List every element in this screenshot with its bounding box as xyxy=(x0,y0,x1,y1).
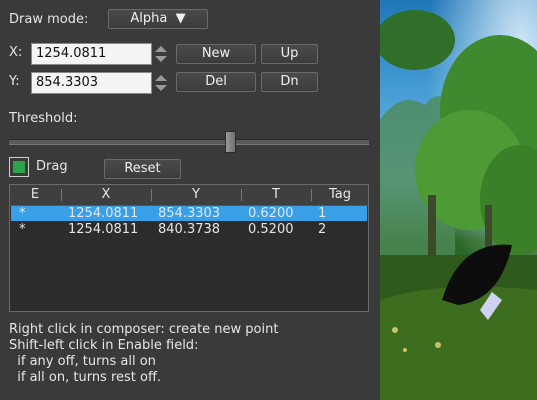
column-header-t[interactable]: T xyxy=(242,185,310,205)
draw-mode-label: Draw mode: xyxy=(9,12,89,27)
help-line: Shift-left click in Enable field: xyxy=(9,338,199,353)
new-button[interactable]: New xyxy=(176,44,256,64)
composer-viewer[interactable] xyxy=(380,0,537,400)
column-header-y[interactable]: Y xyxy=(152,185,240,205)
threshold-slider-track[interactable] xyxy=(9,139,369,145)
point-editor-panel: Draw mode: Alpha ▼ X: 1254.0811 New Up Y… xyxy=(0,0,380,400)
column-header-e[interactable]: E xyxy=(10,185,60,205)
y-label: Y: xyxy=(9,74,20,89)
help-line: if all on, turns rest off. xyxy=(9,370,162,385)
table-row[interactable]: * 1254.0811 840.3738 0.5200 2 xyxy=(11,222,367,237)
del-button[interactable]: Del xyxy=(176,72,256,92)
y-spinner-icon[interactable] xyxy=(154,72,168,94)
column-header-x[interactable]: X xyxy=(62,185,150,205)
drag-checkbox[interactable] xyxy=(9,157,29,177)
help-text: Right click in composer: create new poin… xyxy=(9,322,278,386)
draw-mode-dropdown[interactable]: Alpha ▼ xyxy=(108,9,208,29)
row-enable-cell[interactable]: * xyxy=(19,222,26,237)
dn-button[interactable]: Dn xyxy=(261,72,318,92)
table-header: E X Y T Tag xyxy=(10,185,368,206)
row-tag-cell: 1 xyxy=(318,206,327,221)
threshold-label: Threshold: xyxy=(9,111,78,126)
row-t-cell: 0.6200 xyxy=(248,206,294,221)
points-table: E X Y T Tag * 1254.0811 854.3303 0.6200 … xyxy=(9,184,369,312)
row-x-cell: 1254.0811 xyxy=(68,206,139,221)
row-enable-cell[interactable]: * xyxy=(19,206,26,221)
row-t-cell: 0.5200 xyxy=(248,222,294,237)
help-line: Right click in composer: create new poin… xyxy=(9,322,279,337)
drag-label: Drag xyxy=(36,159,68,174)
dropdown-arrow-icon: ▼ xyxy=(171,11,186,26)
up-button[interactable]: Up xyxy=(261,44,318,64)
x-input[interactable]: 1254.0811 xyxy=(31,43,152,65)
row-x-cell: 1254.0811 xyxy=(68,222,139,237)
reset-button[interactable]: Reset xyxy=(104,159,181,179)
table-row[interactable]: * 1254.0811 854.3303 0.6200 1 xyxy=(11,206,367,221)
threshold-slider-handle[interactable] xyxy=(225,131,236,153)
column-header-tag[interactable]: Tag xyxy=(312,185,368,205)
scene-image xyxy=(380,0,537,400)
x-spinner-icon[interactable] xyxy=(154,43,168,65)
row-y-cell: 854.3303 xyxy=(158,206,221,221)
row-y-cell: 840.3738 xyxy=(158,222,221,237)
row-tag-cell: 2 xyxy=(318,222,327,237)
x-label: X: xyxy=(9,45,23,60)
draw-mode-value: Alpha xyxy=(130,11,168,26)
drag-check-fill xyxy=(13,161,25,173)
help-line: if any off, turns all on xyxy=(9,354,156,369)
y-input[interactable]: 854.3303 xyxy=(31,72,152,94)
